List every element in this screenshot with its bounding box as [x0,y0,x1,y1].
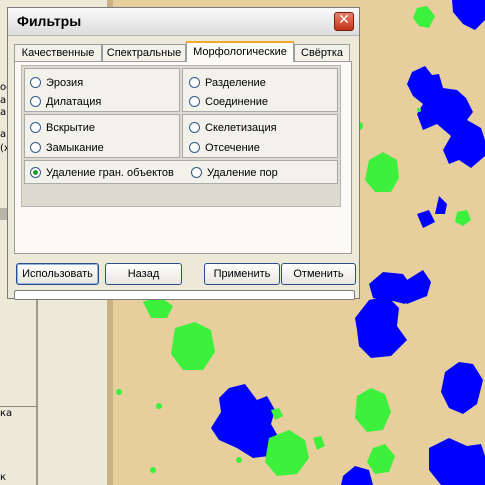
blob-green [417,108,421,112]
option-group: Скелетизация Отсечение [182,114,338,158]
tab-qualitative[interactable]: Качественные [14,44,102,61]
background-text-fragment: к [0,472,7,483]
background-text-fragment: a [0,107,7,118]
tab-morphological[interactable]: Морфологические [186,41,294,62]
background-text-fragment: a [0,95,7,106]
tab-spectral[interactable]: Спектральные [102,44,186,61]
blob-green [150,467,156,473]
option-group: Удаление гран. объектов Удаление пор [24,160,338,184]
radio-button-icon[interactable] [189,77,200,88]
background-divider [0,406,36,407]
radio-button-icon[interactable] [30,77,41,88]
radio-button-checked-icon[interactable] [30,167,41,178]
dialog-title: Фильтры [17,13,82,29]
background-text-fragment: ка [0,408,13,419]
apply-button[interactable]: Применить [204,263,280,285]
close-button[interactable]: ✕ [334,12,354,31]
filters-dialog: Фильтры ✕ Качественные Спектральные Морф… [7,7,360,300]
radio-button-icon[interactable] [30,142,41,153]
options-area: Эрозия Дилатация Разделение Соединение В… [21,65,341,207]
dialog-titlebar[interactable]: Фильтры ✕ [8,8,359,36]
background-divider [36,300,38,485]
cancel-button[interactable]: Отменить [281,263,356,285]
option-group: Вскрытие Замыкание [24,114,180,158]
radio-button-icon[interactable] [189,96,200,107]
use-button[interactable]: Использовать [16,263,99,285]
blob-blue [429,438,485,485]
option-group: Разделение Соединение [182,68,338,112]
blob-green [116,389,122,395]
blob-green [236,457,242,463]
radio-button-icon[interactable] [189,142,200,153]
close-icon: ✕ [338,12,350,28]
radio-button-icon[interactable] [30,122,41,133]
tab-panel-morphological: Эрозия Дилатация Разделение Соединение В… [14,61,352,254]
back-button[interactable]: Назад [105,263,182,285]
radio-button-icon[interactable] [30,96,41,107]
blob-green [156,403,162,409]
tab-convolution[interactable]: Свёртка [294,44,350,61]
option-group: Эрозия Дилатация [24,68,180,112]
radio-button-icon[interactable] [189,122,200,133]
radio-button-icon[interactable] [191,167,202,178]
progress-bar [14,290,355,300]
